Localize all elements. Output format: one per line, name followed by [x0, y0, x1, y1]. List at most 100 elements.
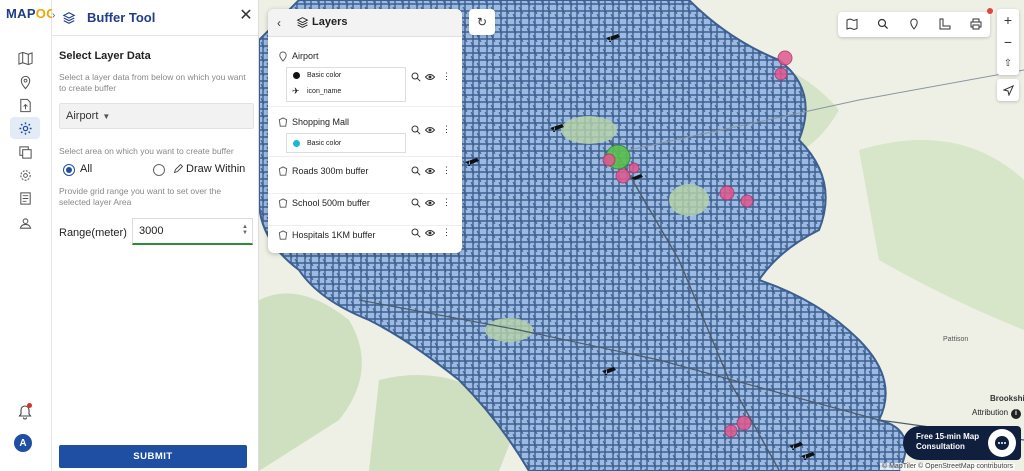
map-view-icon[interactable]: [846, 18, 858, 30]
radio-all[interactable]: [63, 164, 75, 176]
polygon-icon: [278, 230, 288, 240]
layer-row-airport[interactable]: Airport ⋮ Basic color ✈ icon_name: [268, 49, 462, 107]
radio-draw-within[interactable]: [153, 164, 165, 176]
legend-item: Basic color: [293, 72, 341, 79]
panel-header: › Buffer Tool ✕: [52, 0, 259, 36]
zoom-to-layer-icon[interactable]: [411, 198, 421, 208]
upload-file-icon[interactable]: [10, 94, 40, 116]
layer-legend: Basic color: [286, 133, 406, 153]
layer-select[interactable]: Airport ▼: [59, 103, 254, 129]
panel-title: Buffer Tool: [87, 10, 156, 25]
legend-item: Basic color: [293, 140, 341, 147]
layer-name: Hospitals 1KM buffer: [292, 230, 376, 240]
airplane-icon: ✈: [292, 86, 300, 96]
settings-cog-icon[interactable]: [10, 164, 40, 186]
zoom-to-layer-icon[interactable]: [411, 72, 421, 82]
gear-icon[interactable]: [10, 117, 40, 139]
area-hint: Select area on which you want to create …: [59, 146, 234, 156]
app: MAPOG A › Buffer Tool ✕ Select Layer Dat…: [0, 0, 1024, 471]
measure-icon[interactable]: [939, 18, 951, 30]
layers-title: Layers: [312, 16, 348, 28]
grid-hint: Provide grid range you want to set over …: [59, 186, 222, 207]
refresh-icon[interactable]: ↻: [469, 9, 495, 35]
info-icon: i: [1011, 409, 1022, 419]
chevron-down-icon: ▼: [102, 112, 111, 121]
avatar[interactable]: A: [14, 434, 32, 452]
location-pin-icon[interactable]: [10, 71, 40, 93]
town-label-pattison: Pattison: [943, 336, 969, 343]
eye-icon[interactable]: [425, 125, 435, 135]
layer-name: Roads 300m buffer: [292, 166, 369, 176]
color-swatch: [293, 72, 300, 79]
layer-name: Shopping Mall: [292, 117, 350, 127]
layers-image-icon[interactable]: [10, 141, 40, 163]
layers-panel: ‹ Layers Airport ⋮ Basic color ✈ icon_na…: [268, 9, 462, 253]
select-layer-hint: Select a layer data from below on which …: [59, 72, 246, 93]
range-input[interactable]: [132, 218, 253, 245]
area-radio-group: All Draw Within: [63, 163, 253, 178]
range-label: Range(meter): [59, 227, 127, 239]
eye-icon[interactable]: [425, 198, 435, 208]
layer-tools: ⋮: [411, 125, 453, 137]
stepper-arrows-icon[interactable]: ▲ ▼: [242, 224, 248, 236]
layers-stack-icon: [62, 12, 76, 24]
select-layer-title: Select Layer Data: [59, 50, 151, 62]
radio-draw-within-label: Draw Within: [186, 163, 246, 175]
polygon-icon: [278, 117, 288, 127]
map-copyright: © MapTiler © OpenStreetMap contributors: [880, 463, 1016, 470]
radio-all-label: All: [80, 163, 93, 175]
polygon-icon: [278, 166, 288, 176]
eye-icon[interactable]: [425, 228, 435, 238]
pencil-icon: [173, 164, 183, 174]
layer-row-roads[interactable]: Roads 300m buffer ⋮: [268, 164, 462, 194]
layer-row-shopping-mall[interactable]: Shopping Mall ⋮ Basic color: [268, 115, 462, 157]
layer-name: Airport: [292, 51, 319, 61]
layers-icon: [296, 17, 309, 28]
notification-dot: [987, 8, 993, 14]
location-pin-icon: [279, 51, 287, 62]
print-icon[interactable]: [970, 18, 982, 30]
map-icon[interactable]: [10, 47, 40, 69]
attribution-toggle[interactable]: Attribution i: [972, 408, 1022, 419]
collapse-arrow-icon[interactable]: ›: [52, 10, 59, 24]
zoom-to-layer-icon[interactable]: [411, 228, 421, 238]
map-toolbar: [838, 12, 990, 37]
location-pin-icon[interactable]: [908, 18, 920, 30]
zoom-control: + − ⇧: [997, 9, 1019, 75]
zoom-out-button[interactable]: −: [997, 31, 1019, 53]
geolocate-icon[interactable]: [997, 79, 1019, 101]
zoom-to-layer-icon[interactable]: [411, 166, 421, 176]
color-swatch: [293, 140, 300, 147]
layers-header: ‹ Layers: [268, 9, 462, 37]
close-icon[interactable]: ✕: [238, 8, 254, 24]
chat-icon[interactable]: [988, 429, 1016, 457]
icon-rail: MAPOG A: [0, 0, 56, 471]
more-vertical-icon[interactable]: ⋮: [442, 125, 452, 135]
town-label-brookshire: Brookshi: [990, 394, 1024, 403]
more-vertical-icon[interactable]: ⋮: [442, 166, 452, 176]
chevron-left-icon[interactable]: ‹: [277, 16, 281, 30]
layer-tools: ⋮: [411, 228, 453, 240]
zoom-to-layer-icon[interactable]: [411, 125, 421, 135]
buffer-tool-panel: › Buffer Tool ✕ Select Layer Data Select…: [52, 0, 259, 471]
submit-button[interactable]: SUBMIT: [59, 445, 247, 468]
user-map-icon[interactable]: [10, 212, 40, 234]
layer-name: School 500m buffer: [292, 198, 370, 208]
compass-icon[interactable]: ⇧: [997, 53, 1019, 75]
layer-row-hospitals[interactable]: Hospitals 1KM buffer ⋮: [268, 228, 462, 253]
layer-tools: ⋮: [411, 72, 453, 84]
eye-icon[interactable]: [425, 72, 435, 82]
layer-legend: Basic color ✈ icon_name: [286, 67, 406, 102]
more-vertical-icon[interactable]: ⋮: [442, 228, 452, 238]
notification-dot: [27, 403, 32, 408]
report-icon[interactable]: [10, 187, 40, 209]
app-logo[interactable]: MAPOG: [6, 6, 57, 21]
layer-tools: ⋮: [411, 198, 453, 210]
more-vertical-icon[interactable]: ⋮: [442, 72, 452, 82]
search-icon[interactable]: [877, 18, 889, 30]
layer-row-school[interactable]: School 500m buffer ⋮: [268, 196, 462, 226]
layer-tools: ⋮: [411, 166, 453, 178]
zoom-in-button[interactable]: +: [997, 9, 1019, 31]
more-vertical-icon[interactable]: ⋮: [442, 198, 452, 208]
eye-icon[interactable]: [425, 166, 435, 176]
